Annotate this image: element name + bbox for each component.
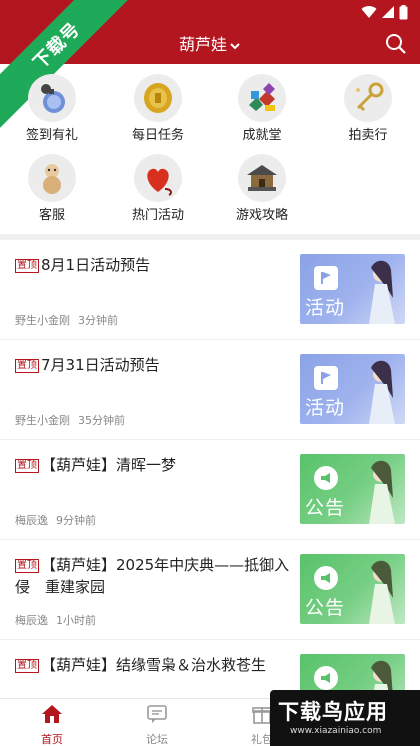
news-title: 【葫芦娃】清晖一梦 (41, 456, 177, 474)
pavilion-icon (238, 154, 286, 202)
potion-gourd-icon (28, 74, 76, 122)
news-thumbnail: 公告 (300, 454, 405, 524)
character-figure-icon (369, 260, 395, 324)
forum-icon (147, 705, 167, 723)
character-figure-icon (369, 560, 395, 624)
flag-icon (314, 266, 338, 290)
news-title: 8月1日活动预告 (41, 256, 151, 274)
gold-coin-icon (134, 74, 182, 122)
tab-label: 论坛 (146, 733, 168, 746)
news-title: 【葫芦娃】结缘雪枭＆治水救苍生 (41, 656, 267, 674)
home-icon (42, 705, 62, 723)
watermark-title: 下载鸟应用 (278, 700, 388, 724)
megaphone-icon (314, 466, 338, 490)
grid-item-auction[interactable]: 拍卖行 (318, 74, 418, 144)
tab-label: 首页 (41, 733, 63, 746)
feature-grid: 签到有礼 每日任务 成就堂 拍卖行 客服 热门活动 游戏攻略 (0, 64, 420, 234)
pinned-badge: 置顶 (15, 659, 39, 673)
news-author: 梅辰逸 (15, 614, 48, 627)
signal-icon (382, 6, 394, 18)
pinned-badge: 置顶 (15, 359, 39, 373)
news-time: 35分钟前 (78, 414, 125, 427)
chevron-down-icon (230, 42, 240, 49)
megaphone-icon (314, 566, 338, 590)
news-title: 7月31日活动预告 (41, 356, 160, 374)
news-item[interactable]: 置顶 8月1日活动预告 野生小金刚 3分钟前 活动 (0, 240, 420, 340)
news-item[interactable]: 置顶 【葫芦娃】清晖一梦 梅辰逸 9分钟前 公告 (0, 440, 420, 540)
battery-icon (399, 4, 408, 19)
megaphone-icon (314, 666, 338, 690)
grid-item-guides[interactable]: 游戏攻略 (212, 154, 312, 224)
grid-item-achievement[interactable]: 成就堂 (212, 74, 312, 144)
grid-item-label: 每日任务 (131, 128, 184, 143)
news-author: 野生小金刚 (15, 314, 70, 327)
news-time: 1小时前 (56, 614, 96, 627)
news-tag: 公告 (305, 597, 346, 619)
wifi-icon (361, 6, 377, 19)
red-gourd-icon (134, 154, 182, 202)
flag-icon (314, 366, 338, 390)
grid-item-label: 成就堂 (242, 128, 282, 143)
grid-item-label: 拍卖行 (348, 128, 388, 143)
grid-item-label: 游戏攻略 (235, 208, 288, 223)
news-title: 【葫芦娃】2025年中庆典——抵御入侵 重建家园 (15, 556, 290, 596)
tab-home[interactable]: 首页 (12, 703, 92, 746)
game-selector[interactable]: 葫芦娃 (0, 34, 420, 56)
auction-key-icon (344, 74, 392, 122)
news-tag: 公告 (305, 497, 346, 519)
news-time: 3分钟前 (78, 314, 118, 327)
app-header: 葫芦娃 (0, 0, 420, 64)
status-bar (361, 3, 408, 21)
tab-forum[interactable]: 论坛 (117, 703, 197, 746)
grid-item-label: 签到有礼 (25, 128, 78, 143)
pinned-badge: 置顶 (15, 559, 39, 573)
grid-item-service[interactable]: 客服 (2, 154, 102, 224)
character-figure-icon (369, 360, 395, 424)
page-title: 葫芦娃 (178, 35, 227, 54)
grid-item-label: 客服 (38, 208, 65, 223)
grid-item-daily-task[interactable]: 每日任务 (108, 74, 208, 144)
grid-item-hot-events[interactable]: 热门活动 (108, 154, 208, 224)
gem-pile-icon (238, 74, 286, 122)
watermark-logo: 下载鸟应用 www.xiazainiao.com (270, 690, 420, 746)
grid-item-label: 热门活动 (131, 208, 184, 223)
news-author: 梅辰逸 (15, 514, 48, 527)
pinned-badge: 置顶 (15, 259, 39, 273)
news-item[interactable]: 置顶 【葫芦娃】2025年中庆典——抵御入侵 重建家园 梅辰逸 1小时前 公告 (0, 540, 420, 640)
news-thumbnail: 公告 (300, 554, 405, 624)
pinned-badge: 置顶 (15, 459, 39, 473)
grid-item-checkin[interactable]: 签到有礼 (2, 74, 102, 144)
news-tag: 活动 (305, 297, 346, 319)
news-time: 9分钟前 (56, 514, 96, 527)
news-thumbnail: 活动 (300, 354, 405, 424)
news-item[interactable]: 置顶 7月31日活动预告 野生小金刚 35分钟前 活动 (0, 340, 420, 440)
watermark-url: www.xiazainiao.com (290, 726, 382, 736)
news-tag: 活动 (305, 397, 346, 419)
search-icon[interactable] (384, 32, 408, 56)
character-figure-icon (369, 460, 395, 524)
gourd-doll-icon (28, 154, 76, 202)
news-author: 野生小金刚 (15, 414, 70, 427)
news-thumbnail: 活动 (300, 254, 405, 324)
